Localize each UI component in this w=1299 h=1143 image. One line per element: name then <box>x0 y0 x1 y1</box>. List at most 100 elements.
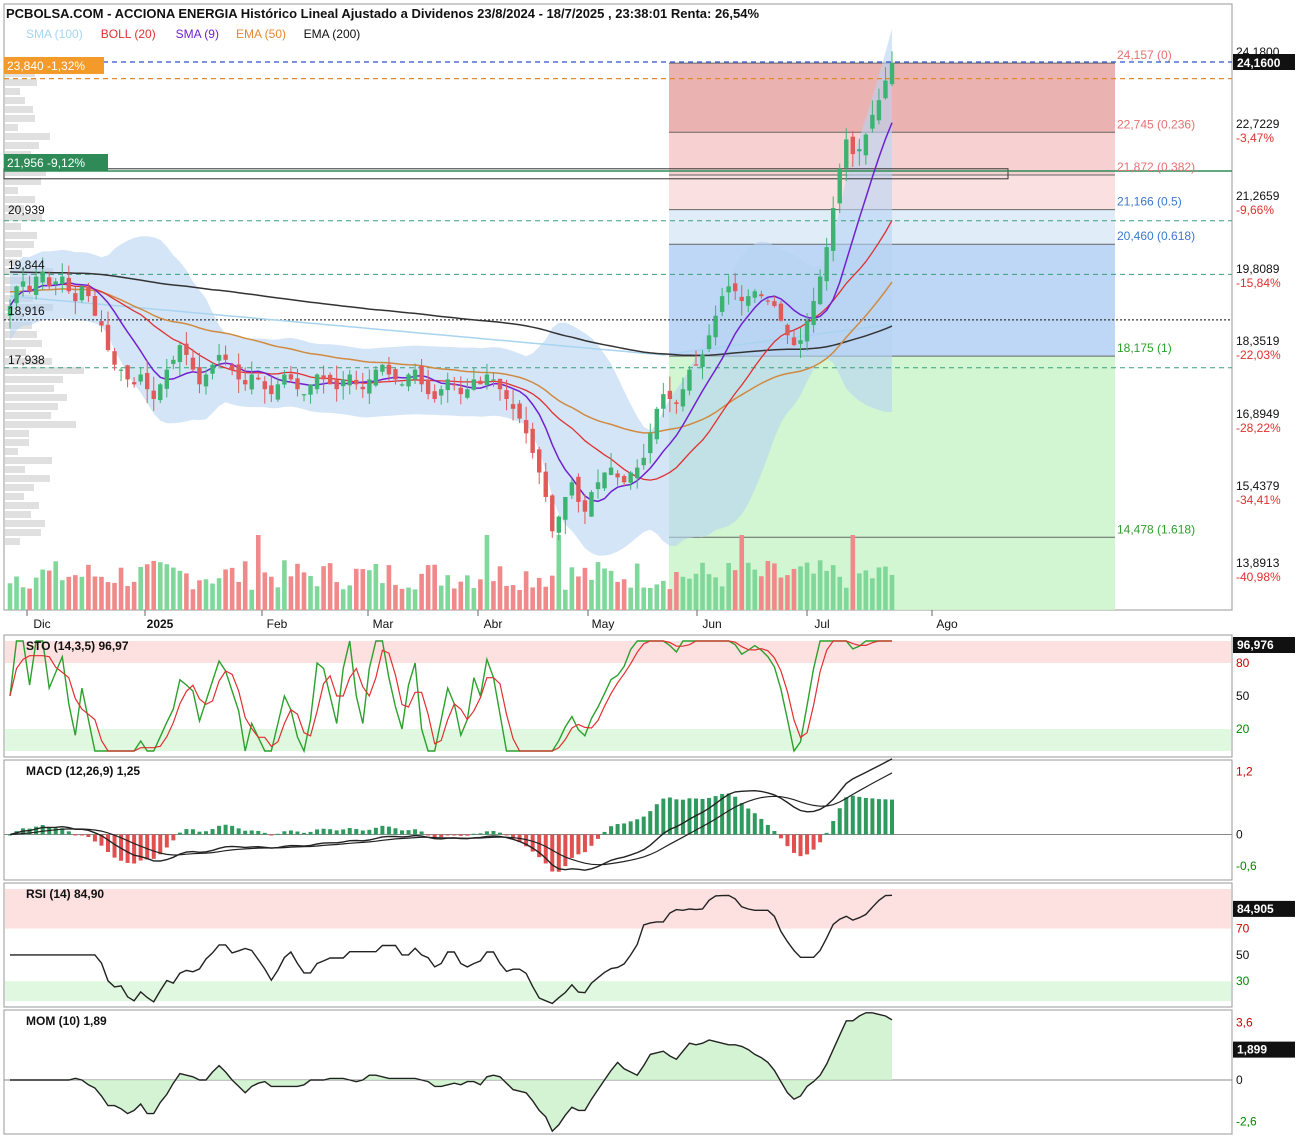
price-tick: 18,3519 <box>1236 334 1280 348</box>
volume-bar <box>282 560 287 610</box>
volume-profile-bar <box>5 340 42 347</box>
x-tick-label: Jun <box>702 617 721 631</box>
volume-profile-bar <box>5 250 22 257</box>
volume-profile-bar <box>5 421 76 428</box>
macd-hist-bar <box>380 825 385 835</box>
macd-hist-bar <box>648 811 653 835</box>
macd-hist-bar <box>190 829 195 835</box>
macd-hist-bar <box>249 830 254 835</box>
volume-bar <box>327 563 333 610</box>
candle-body <box>295 378 300 390</box>
candle-body <box>628 472 633 483</box>
volume-profile-bar <box>5 331 37 338</box>
volume-profile-bar <box>5 196 35 203</box>
volume-bar <box>86 564 91 610</box>
candle-body <box>275 384 281 400</box>
candle-body <box>870 114 875 129</box>
volume-bar <box>719 586 725 610</box>
macd-hist-bar <box>680 799 685 835</box>
candle-body <box>484 374 490 385</box>
x-tick-label: Jul <box>814 617 829 631</box>
candle-body <box>20 281 26 287</box>
panel-tick: -2,6 <box>1236 1115 1257 1129</box>
volume-bar <box>7 583 13 610</box>
legend-entry: SMA (100) <box>26 27 83 41</box>
volume-bar <box>138 567 143 610</box>
macd-hist-bar <box>230 825 235 835</box>
macd-hist-bar <box>145 834 150 860</box>
volume-profile-bar <box>5 97 25 104</box>
candle-body <box>249 374 254 390</box>
macd-hist-bar <box>360 830 365 835</box>
macd-hist-bar <box>582 834 587 853</box>
macd-hist-bar <box>354 828 359 835</box>
volume-bar <box>778 577 784 610</box>
volume-bar <box>465 575 470 610</box>
volume-bar <box>726 563 731 610</box>
volume-bar <box>843 587 849 610</box>
candle-body <box>229 364 235 370</box>
price-axis: 24,180022,7229-3,47%21,2659-9,66%19,8089… <box>1233 45 1295 584</box>
volume-profile-bar <box>5 79 37 86</box>
macd-hist-bar <box>491 831 496 835</box>
volume-bar <box>425 565 431 610</box>
candle-body <box>190 357 196 370</box>
volume-bar <box>667 589 673 610</box>
volume-bar <box>471 588 477 610</box>
volume-bar <box>99 576 104 610</box>
macd-hist-bar <box>73 834 78 836</box>
x-tick-label: May <box>592 617 615 631</box>
candle-body <box>432 391 437 400</box>
panel-last-value: 96,976 <box>1237 638 1274 652</box>
macd-hist-bar <box>870 798 875 835</box>
candle-body <box>615 473 620 478</box>
macd-hist-bar <box>308 831 313 835</box>
macd-hist-bar <box>419 831 424 835</box>
candle-body <box>184 343 189 355</box>
panel-zone <box>5 889 1231 929</box>
volume-bar <box>798 566 803 610</box>
volume-profile-bar <box>5 529 41 536</box>
candle-body <box>145 372 150 390</box>
candle-body <box>269 385 274 395</box>
volume-profile-bar <box>5 439 29 446</box>
macd-hist-bar <box>204 831 208 835</box>
candle-body <box>804 320 810 342</box>
volume-profile-bar <box>5 538 20 545</box>
candle-body <box>765 300 771 302</box>
panel-last-value: 1,899 <box>1237 1043 1267 1057</box>
macd-hist-bar <box>386 826 391 835</box>
macd-hist-bar <box>413 829 418 835</box>
volume-bar <box>745 562 751 610</box>
candle-body <box>537 449 542 473</box>
macd-hist-bar <box>334 830 339 835</box>
volume-bar <box>556 535 562 610</box>
volume-bar <box>112 582 117 610</box>
x-axis: Dic 2025 Feb Mar Abr May Jun Jul Ago <box>26 610 958 631</box>
last-price-text: 24,1600 <box>1237 56 1281 70</box>
macd-hist-bar <box>635 819 640 835</box>
volume-profile-bar <box>5 484 34 491</box>
volume-bar <box>269 576 274 610</box>
price-pct: -40,98% <box>1236 570 1281 584</box>
volume-bar <box>406 587 411 610</box>
volume-profile-bar <box>5 493 24 500</box>
macd-hist-bar <box>687 798 692 835</box>
candle-body <box>550 495 555 532</box>
candle-body <box>576 476 581 502</box>
candle-body <box>595 482 601 490</box>
candle-body <box>197 367 202 385</box>
volume-profile-bar <box>5 520 45 527</box>
candle-body <box>47 277 52 287</box>
macd-hist-bar <box>34 826 39 835</box>
volume-profile-bar <box>5 385 54 392</box>
candle-body <box>164 369 169 389</box>
volume-profile-bar <box>5 412 51 419</box>
macd-hist-bar <box>498 832 502 835</box>
candle-body <box>556 516 561 533</box>
candle-body <box>33 276 39 295</box>
candle-body <box>125 365 130 380</box>
volume-bar <box>223 569 228 610</box>
volume-bar <box>830 565 836 610</box>
macd-hist-bar <box>837 808 842 835</box>
